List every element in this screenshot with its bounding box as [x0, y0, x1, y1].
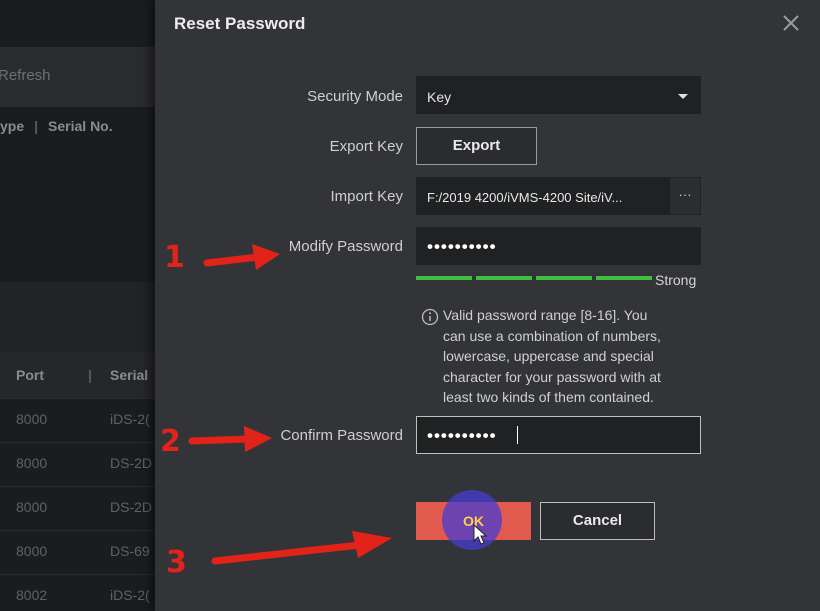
port-cell: 8000	[16, 455, 48, 471]
security-mode-value: Key	[427, 89, 452, 105]
port-cell: 8000	[16, 411, 48, 427]
serial-cell: iDS-2(	[110, 411, 150, 427]
export-button[interactable]: Export	[416, 127, 537, 165]
strength-label: Strong	[655, 272, 697, 288]
column-header-port[interactable]: Port	[16, 367, 44, 383]
table-row[interactable]: 8000 DS-2D	[0, 486, 155, 531]
port-cell: 8000	[16, 499, 48, 515]
port-cell: 8000	[16, 543, 48, 559]
hint-line: can use a combination of numbers,	[443, 327, 661, 344]
hint-line: Valid password range [8-16]. You	[443, 307, 648, 323]
hint-line: lowercase, uppercase and special	[443, 348, 654, 364]
dialog-title: Reset Password	[174, 14, 306, 33]
strength-segment	[536, 276, 592, 280]
export-key-label: Export Key	[329, 138, 403, 155]
table-header: ype | Serial No.	[0, 118, 113, 134]
column-header-serial[interactable]: Serial No.	[48, 118, 113, 134]
step-number-1: 1	[164, 240, 185, 275]
serial-cell: iDS-2(	[110, 587, 150, 603]
table-row[interactable]: 8000 iDS-2(	[0, 398, 155, 443]
port-cell: 8002	[16, 587, 48, 603]
security-mode-select[interactable]: Key	[416, 76, 701, 114]
password-hint: Valid password range [8-16]. You can use…	[443, 305, 715, 408]
serial-cell: DS-69	[110, 543, 150, 559]
confirm-password-label: Confirm Password	[280, 427, 403, 444]
divider-band	[0, 282, 155, 352]
strength-segment	[416, 276, 472, 280]
table-row[interactable]: 8000 DS-69	[0, 530, 155, 575]
import-key-field[interactable]: F:/2019 4200/iVMS-4200 Site/iV... ···	[416, 177, 701, 215]
table-row[interactable]: 8000 DS-2D	[0, 442, 155, 487]
modify-password-label: Modify Password	[288, 238, 403, 255]
step-number-3: 3	[166, 545, 187, 580]
modify-password-input[interactable]: ••••••••••	[416, 227, 701, 265]
confirm-password-value: ••••••••••	[427, 426, 497, 445]
table-row[interactable]: 8002 iDS-2(	[0, 574, 155, 611]
dropdown-caret-icon	[678, 94, 688, 99]
security-mode-label: Security Mode	[307, 88, 403, 105]
hint-line: least two kinds of them contained.	[443, 389, 654, 405]
strength-segment	[476, 276, 532, 280]
import-key-path: F:/2019 4200/iVMS-4200 Site/iV...	[427, 190, 623, 205]
column-header-serial-2[interactable]: Serial	[110, 367, 148, 383]
table-header-2: Port | Serial	[0, 352, 155, 398]
background-device-list: Refresh ype | Serial No. Port | Serial 800…	[0, 0, 155, 611]
serial-cell: DS-2D	[110, 455, 153, 471]
reset-password-dialog: Reset Password Security Mode Key Export …	[155, 0, 820, 611]
confirm-password-input[interactable]: ••••••••••	[416, 416, 701, 454]
import-key-label: Import Key	[330, 188, 403, 205]
hint-line: character for your password with at	[443, 368, 661, 385]
text-cursor	[517, 426, 518, 444]
strength-segment	[596, 276, 652, 280]
cursor-icon	[473, 524, 487, 545]
browse-button[interactable]: ···	[670, 178, 700, 214]
modify-password-value: ••••••••••	[427, 237, 497, 256]
cancel-button[interactable]: Cancel	[540, 502, 655, 540]
serial-cell: DS-2D	[110, 499, 153, 515]
column-header-type[interactable]: ype	[0, 118, 24, 134]
step-number-2: 2	[160, 424, 181, 459]
close-icon[interactable]	[779, 11, 803, 35]
info-icon	[421, 308, 439, 326]
refresh-button[interactable]: Refresh	[0, 67, 51, 84]
